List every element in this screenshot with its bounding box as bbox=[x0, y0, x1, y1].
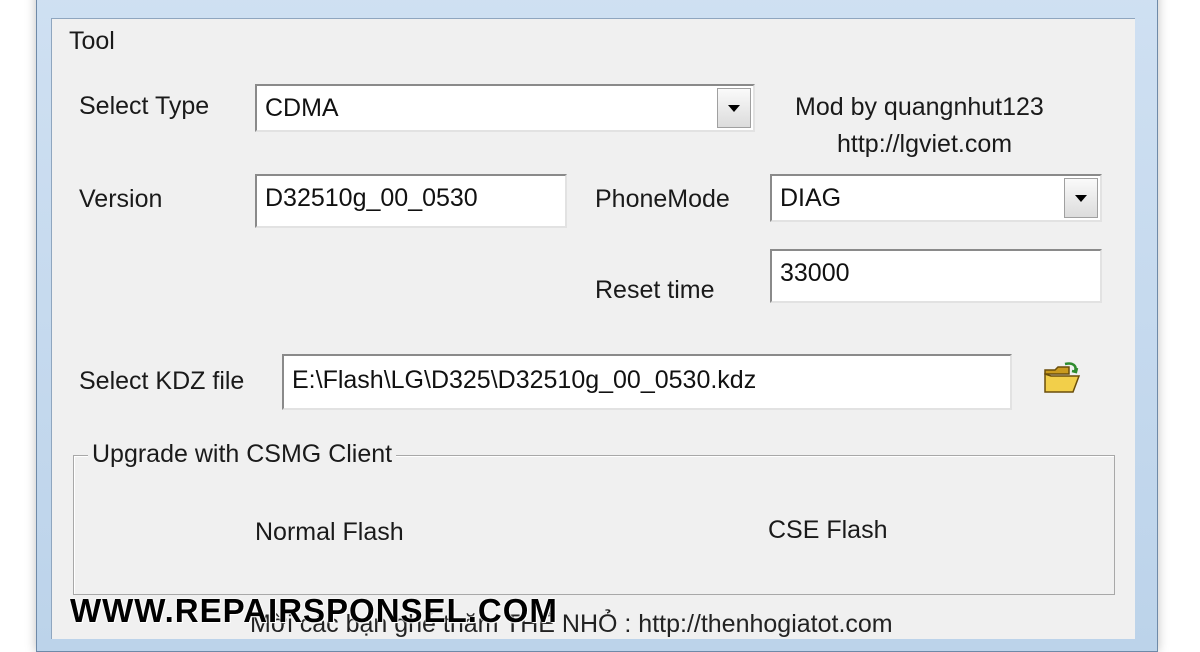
menu-tool[interactable]: Tool bbox=[69, 27, 115, 56]
phonemode-dropdown-button[interactable] bbox=[1064, 178, 1098, 218]
phonemode-combo[interactable]: DIAG bbox=[770, 174, 1102, 222]
folder-open-icon[interactable] bbox=[1043, 362, 1081, 396]
reset-time-label: Reset time bbox=[595, 276, 715, 304]
mod-by-text: Mod by quangnhut123 bbox=[795, 93, 1044, 121]
phonemode-label: PhoneMode bbox=[595, 185, 730, 213]
normal-flash-button[interactable]: Normal Flash bbox=[255, 518, 404, 547]
cse-flash-button[interactable]: CSE Flash bbox=[768, 516, 887, 545]
upgrade-groupbox: Upgrade with CSMG Client Normal Flash CS… bbox=[73, 440, 1115, 595]
credit-link[interactable]: http://lgviet.com bbox=[837, 130, 1012, 159]
phonemode-value: DIAG bbox=[780, 184, 842, 212]
chevron-down-icon bbox=[728, 105, 740, 112]
version-label: Version bbox=[79, 185, 163, 213]
kdz-path-input[interactable]: E:\Flash\LG\D325\D32510g_00_0530.kdz bbox=[282, 354, 1012, 410]
select-type-value: CDMA bbox=[265, 94, 339, 122]
version-input[interactable]: D32510g_00_0530 bbox=[255, 174, 567, 228]
reset-time-input[interactable]: 33000 bbox=[770, 249, 1102, 303]
select-type-combo[interactable]: CDMA bbox=[255, 84, 755, 132]
upgrade-group-title: Upgrade with CSMG Client bbox=[88, 440, 397, 469]
watermark: WWW.REPAIRSPONSEL.COM bbox=[70, 592, 558, 629]
select-type-label: Select Type bbox=[79, 92, 210, 120]
select-type-dropdown-button[interactable] bbox=[717, 88, 751, 128]
chevron-down-icon bbox=[1075, 195, 1087, 202]
kdz-label: Select KDZ file bbox=[79, 367, 245, 395]
